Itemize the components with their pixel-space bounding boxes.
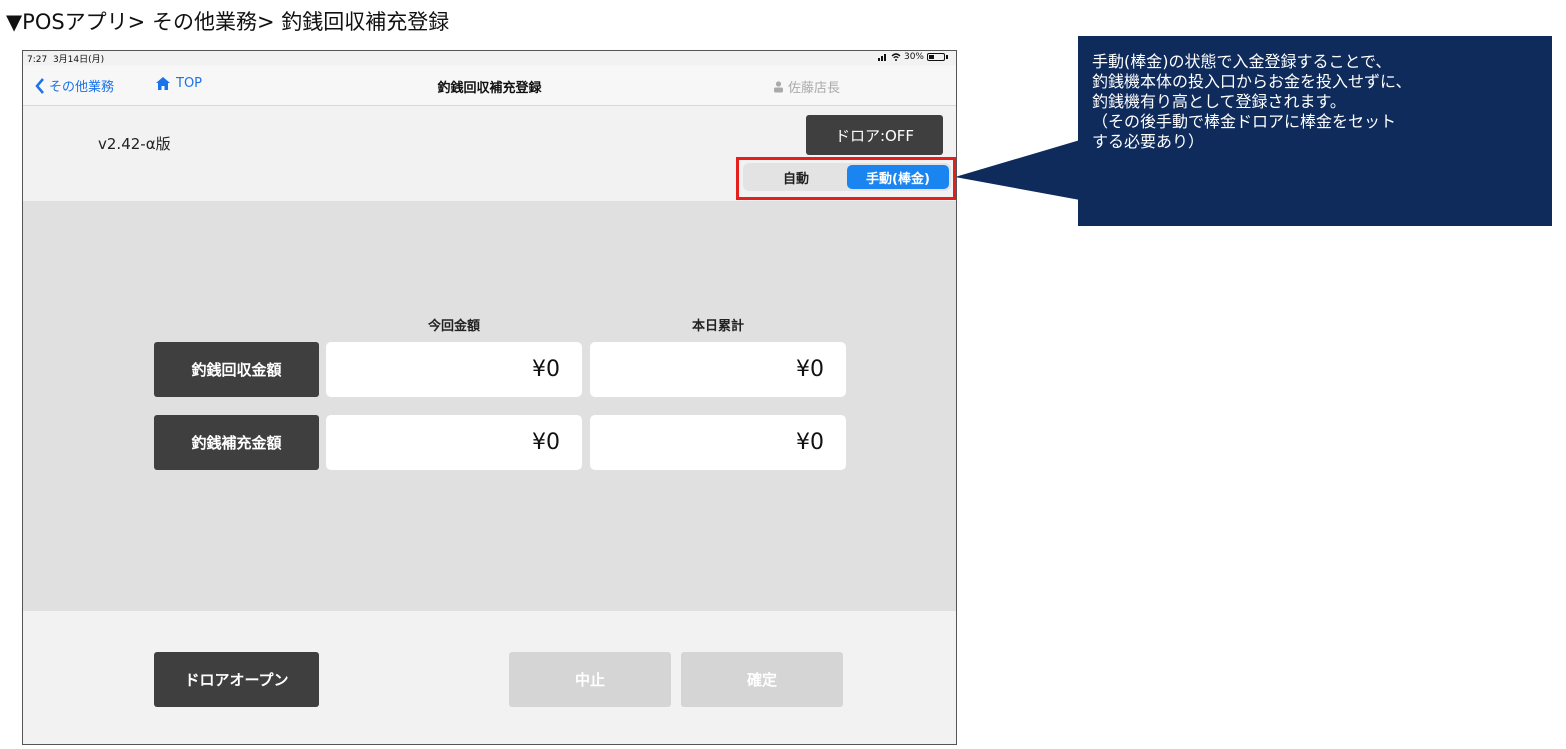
drawer-open-button[interactable]: ドロアオープン [154, 652, 319, 707]
status-right: 30% [877, 52, 948, 62]
row-label-replenish[interactable]: 釣銭補充金額 [154, 415, 319, 470]
cancel-button[interactable]: 中止 [509, 652, 671, 707]
version-label: v2.42-α版 [98, 135, 171, 153]
callout-line: 手動(棒金)の状態で入金登録することで、 [1092, 52, 1392, 71]
signal-bars-icon [877, 54, 886, 61]
drawer-state-button[interactable]: ドロア:OFF [806, 115, 943, 155]
column-header-current: 今回金額 [427, 319, 480, 334]
callout-line: 釣銭機本体の投入口からお金を投入せずに、 [1092, 72, 1412, 91]
nav-bar: その他業務 TOP 釣銭回収補充登録 佐藤店長 [23, 65, 956, 106]
wifi-icon [891, 53, 901, 61]
row-label-collection[interactable]: 釣銭回収金額 [154, 342, 319, 397]
user-icon [774, 80, 783, 92]
confirm-button[interactable]: 確定 [681, 652, 843, 707]
page-heading: ▼POSアプリ> その他業務> 釣銭回収補充登録 [6, 10, 450, 34]
mode-manual-option[interactable]: 手動(棒金) [847, 165, 949, 189]
tablet-screen: 7:27 3月14日(月) 30% その他業務 TOP 釣銭回収補充登録 佐藤店… [22, 50, 957, 745]
callout-box: 手動(棒金)の状態で入金登録することで、 釣銭機本体の投入口からお金を投入せずに… [1078, 36, 1552, 226]
replenish-total-amount: ¥0 [590, 415, 846, 470]
replenish-current-amount: ¥0 [326, 415, 582, 470]
status-bar: 7:27 3月14日(月) 30% [23, 51, 956, 65]
user-name: 佐藤店長 [788, 81, 841, 96]
battery-percent: 30% [903, 52, 924, 62]
callout-line: する必要あり） [1092, 132, 1205, 151]
status-time-date: 7:27 3月14日(月) [27, 55, 105, 65]
callout-line: （その後手動で棒金ドロアに棒金をセット [1092, 112, 1397, 131]
battery-icon [927, 53, 945, 61]
callout-line: 釣銭機有り高として登録されます。 [1092, 92, 1346, 111]
collection-current-amount: ¥0 [326, 342, 582, 397]
main-panel: 今回金額 本日累計 釣銭回収金額 ¥0 ¥0 釣銭補充金額 ¥0 ¥0 [23, 201, 956, 611]
column-header-total: 本日累計 [691, 319, 744, 334]
mode-segmented-control: 自動 手動(棒金) [743, 163, 951, 191]
collection-total-amount: ¥0 [590, 342, 846, 397]
mode-auto-option[interactable]: 自動 [745, 165, 847, 189]
user-indicator: 佐藤店長 [773, 77, 840, 96]
